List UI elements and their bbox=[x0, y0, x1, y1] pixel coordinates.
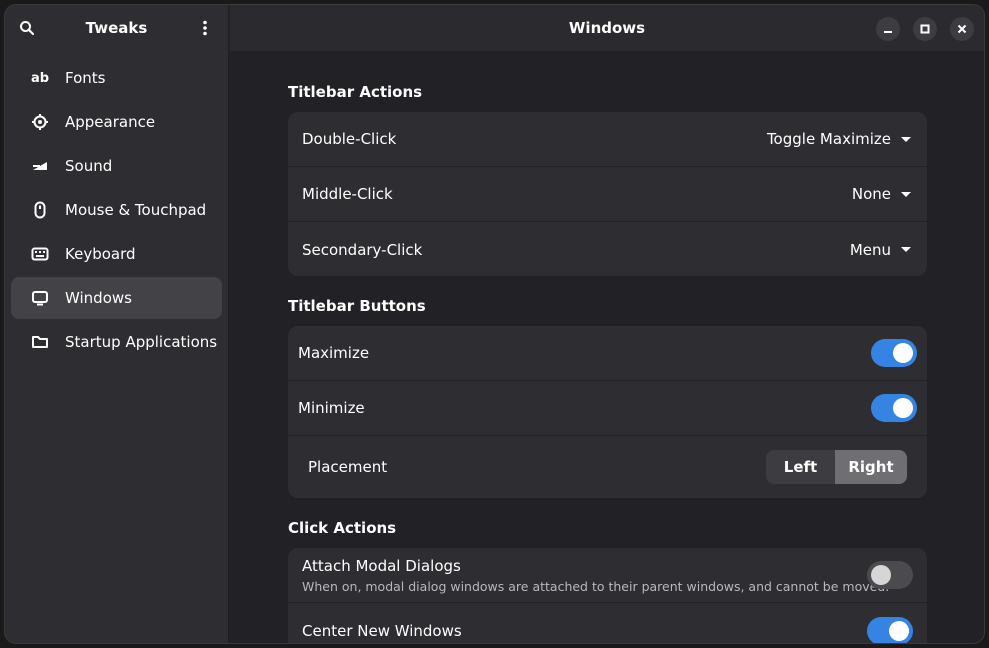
keyboard-icon bbox=[31, 245, 49, 263]
placement-row: Placement Left Right bbox=[288, 436, 927, 498]
main-panel: Windows Titlebar Actions Double-Click To… bbox=[230, 5, 984, 643]
sidebar-header: Tweaks bbox=[5, 5, 228, 51]
attach-modal-row: Attach Modal Dialogs When on, modal dial… bbox=[288, 548, 927, 603]
sound-icon bbox=[31, 157, 49, 175]
close-window-button[interactable] bbox=[950, 17, 974, 41]
sidebar-item-label: Keyboard bbox=[65, 245, 136, 263]
sidebar-item-appearance[interactable]: Appearance bbox=[11, 101, 222, 143]
page-title: Windows bbox=[568, 19, 646, 37]
middle-click-dropdown[interactable]: None bbox=[852, 185, 911, 203]
middle-click-value: None bbox=[851, 185, 891, 203]
minimize-label: Minimize bbox=[298, 399, 365, 417]
sidebar-item-keyboard[interactable]: Keyboard bbox=[11, 233, 222, 275]
attach-modal-text: Attach Modal Dialogs When on, modal dial… bbox=[302, 557, 889, 594]
sidebar-item-label: Startup Applications bbox=[65, 333, 218, 351]
toggle-knob bbox=[871, 565, 891, 585]
menu-button[interactable] bbox=[191, 14, 219, 42]
placement-segmented-control: Left Right bbox=[766, 450, 907, 484]
placement-left-button[interactable]: Left bbox=[766, 450, 835, 484]
secondary-click-dropdown[interactable]: Menu bbox=[850, 241, 911, 259]
section-title-titlebar-actions: Titlebar Actions bbox=[288, 83, 423, 101]
sidebar-item-label: Fonts bbox=[65, 69, 106, 87]
sidebar-item-label: Sound bbox=[65, 157, 113, 175]
center-new-windows-row: Center New Windows bbox=[288, 603, 927, 643]
toggle-knob bbox=[893, 343, 913, 363]
minimize-window-button[interactable] bbox=[876, 17, 900, 41]
attach-modal-label: Attach Modal Dialogs bbox=[302, 556, 461, 575]
sidebar-item-mouse-touchpad[interactable]: Mouse & Touchpad bbox=[11, 189, 222, 231]
minimize-toggle[interactable] bbox=[871, 394, 917, 422]
middle-click-row[interactable]: Middle-Click None bbox=[288, 167, 927, 222]
toggle-knob bbox=[889, 620, 909, 641]
maximize-icon bbox=[920, 24, 930, 34]
sidebar-item-windows[interactable]: Windows bbox=[11, 277, 222, 319]
mouse-icon bbox=[31, 201, 49, 219]
dropdown-arrow-icon bbox=[901, 136, 911, 142]
dropdown-arrow-icon bbox=[901, 191, 911, 197]
secondary-click-row[interactable]: Secondary-Click Menu bbox=[288, 222, 927, 276]
titlebar-buttons-group: Maximize Minimize Placement Left Right bbox=[288, 326, 927, 498]
secondary-click-value: Menu bbox=[849, 240, 891, 259]
attach-modal-description: When on, modal dialog windows are attach… bbox=[302, 578, 890, 594]
middle-click-label: Middle-Click bbox=[302, 185, 393, 203]
sidebar-item-label: Windows bbox=[65, 289, 132, 307]
header-bar: Windows bbox=[230, 5, 984, 51]
placement-label: Placement bbox=[308, 458, 388, 476]
maximize-window-button[interactable] bbox=[913, 17, 937, 41]
sidebar: Tweaks ab Fonts Appearance Sound Mouse &… bbox=[5, 5, 229, 643]
sidebar-item-startup-applications[interactable]: Startup Applications bbox=[11, 321, 222, 363]
vertical-ellipsis-icon bbox=[203, 20, 207, 36]
maximize-label: Maximize bbox=[298, 344, 370, 362]
fonts-icon: ab bbox=[30, 70, 50, 86]
titlebar-actions-group: Double-Click Toggle Maximize Middle-Clic… bbox=[288, 112, 927, 276]
secondary-click-label: Secondary-Click bbox=[302, 240, 423, 259]
sidebar-item-fonts[interactable]: ab Fonts bbox=[11, 57, 222, 99]
sidebar-list: ab Fonts Appearance Sound Mouse & Touchp… bbox=[5, 51, 228, 363]
section-title-click-actions: Click Actions bbox=[288, 519, 397, 537]
minimize-icon bbox=[884, 31, 892, 33]
appearance-icon bbox=[31, 113, 49, 131]
maximize-row: Maximize bbox=[288, 326, 927, 381]
section-title-titlebar-buttons: Titlebar Buttons bbox=[288, 297, 426, 315]
minimize-row: Minimize bbox=[288, 381, 927, 436]
sidebar-item-sound[interactable]: Sound bbox=[11, 145, 222, 187]
click-actions-group: Attach Modal Dialogs When on, modal dial… bbox=[288, 548, 927, 643]
windows-icon bbox=[31, 289, 49, 307]
dropdown-arrow-icon bbox=[901, 247, 911, 252]
toggle-knob bbox=[893, 398, 913, 418]
folder-icon bbox=[31, 333, 49, 351]
tweaks-window: Tweaks ab Fonts Appearance Sound Mouse &… bbox=[4, 4, 985, 644]
maximize-toggle[interactable] bbox=[871, 339, 917, 367]
double-click-dropdown[interactable]: Toggle Maximize bbox=[767, 130, 911, 148]
center-new-windows-toggle[interactable] bbox=[867, 616, 913, 643]
placement-right-button[interactable]: Right bbox=[835, 450, 907, 484]
sidebar-item-label: Mouse & Touchpad bbox=[65, 201, 207, 219]
double-click-label: Double-Click bbox=[302, 130, 397, 148]
attach-modal-toggle[interactable] bbox=[867, 561, 913, 589]
double-click-value: Toggle Maximize bbox=[766, 130, 891, 148]
sidebar-item-label: Appearance bbox=[65, 113, 156, 131]
center-new-windows-label: Center New Windows bbox=[302, 621, 462, 640]
double-click-row[interactable]: Double-Click Toggle Maximize bbox=[288, 112, 927, 167]
close-icon bbox=[957, 24, 967, 34]
